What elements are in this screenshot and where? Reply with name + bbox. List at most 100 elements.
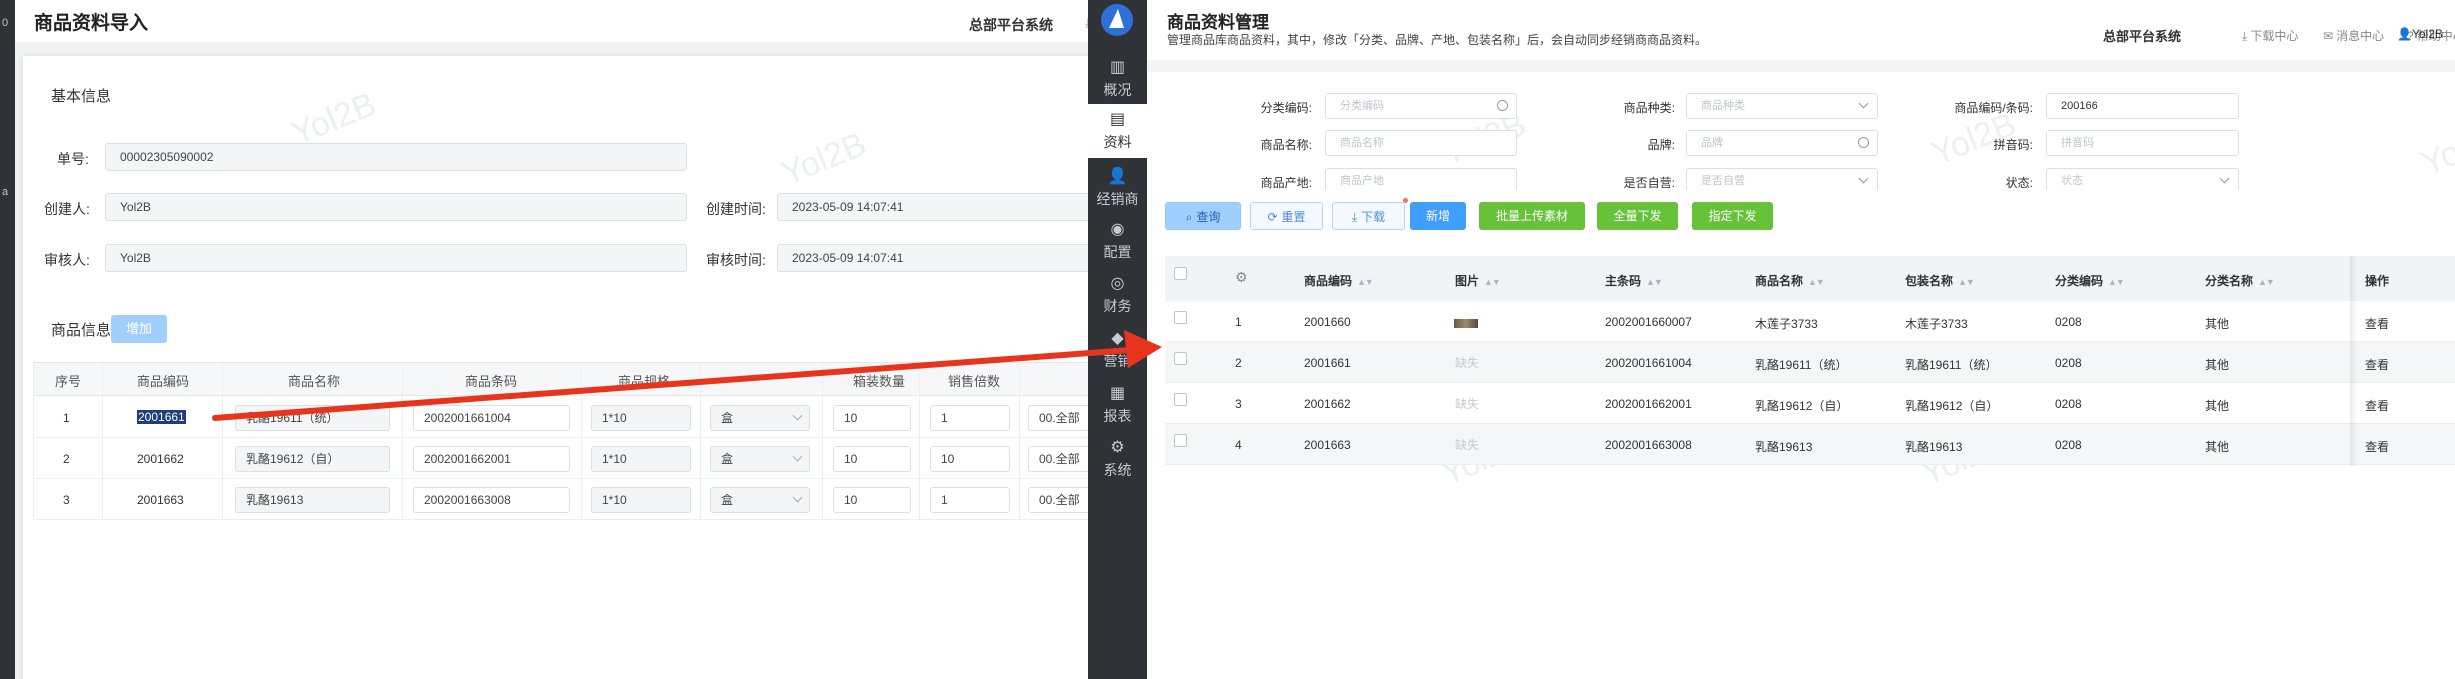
product-thumbnail[interactable] bbox=[1454, 319, 1478, 328]
sidebar-item-overview[interactable]: ▥ 概况 bbox=[1088, 52, 1147, 106]
download-button[interactable]: ⤓ 下载 bbox=[1332, 202, 1405, 230]
view-link[interactable]: 查看 bbox=[2365, 397, 2389, 414]
th-barcode[interactable]: 主条码 ▲▼ bbox=[1605, 272, 1663, 289]
row-checkbox[interactable] bbox=[1174, 434, 1187, 447]
link-label: 下载中心 bbox=[2250, 29, 2299, 43]
table-row: 2 2001662 乳酪19612（自） 2002001662001 1*10 … bbox=[33, 438, 1088, 479]
placeholder: 品牌 bbox=[1701, 137, 1723, 149]
row-checkbox[interactable] bbox=[1174, 352, 1187, 365]
select-all-checkbox[interactable] bbox=[1174, 267, 1187, 280]
multiple-input[interactable]: 10 bbox=[930, 446, 1010, 472]
th-name[interactable]: 商品名称 ▲▼ bbox=[1755, 272, 1825, 289]
column-settings-icon[interactable]: ⚙ bbox=[1235, 269, 1248, 286]
spec-input[interactable]: 1*10 bbox=[591, 487, 691, 513]
pinyin-input[interactable]: 拼音码 bbox=[2046, 130, 2239, 156]
multiple-input[interactable]: 1 bbox=[930, 405, 1010, 431]
th-code[interactable]: 商品编码 ▲▼ bbox=[1304, 272, 1374, 289]
box-qty-input[interactable]: 10 bbox=[833, 446, 911, 472]
origin-input[interactable]: 商品产地 bbox=[1325, 168, 1517, 190]
sidebar-item-config[interactable]: ◉ 配置 bbox=[1088, 214, 1147, 268]
brand-input[interactable]: 品牌 bbox=[1686, 130, 1878, 156]
issue-selected-button[interactable]: 指定下发 bbox=[1692, 202, 1773, 230]
sidebar-item-marketing[interactable]: ◆ 营销 bbox=[1088, 323, 1147, 367]
sailboat-logo-icon[interactable] bbox=[1101, 4, 1133, 36]
search-icon[interactable] bbox=[1858, 137, 1869, 148]
table-row[interactable]: 4 2001663 缺失 2002001663008 乳酪19613 乳酪196… bbox=[1165, 424, 2455, 465]
sidebar-item-label: 报表 bbox=[1103, 408, 1132, 424]
unit-select[interactable]: 盒 bbox=[710, 446, 810, 472]
row-checkbox[interactable] bbox=[1174, 311, 1187, 324]
barcode-input[interactable]: 2002001663008 bbox=[413, 487, 570, 513]
th-multiple: 销售倍数 bbox=[948, 374, 1001, 389]
batch-upload-button[interactable]: 批量上传素材 bbox=[1479, 202, 1585, 230]
spec-input[interactable]: 1*10 bbox=[591, 405, 691, 431]
extra-value: 00.全部 bbox=[1039, 411, 1080, 425]
sort-icon: ▲▼ bbox=[2258, 276, 2275, 287]
self-run-select[interactable]: 是否自营 bbox=[1686, 168, 1878, 190]
image-missing: 缺失 bbox=[1455, 438, 1480, 452]
header-divider bbox=[1147, 60, 2455, 72]
box-qty-input[interactable]: 10 bbox=[833, 487, 911, 513]
unit-select[interactable]: 盒 bbox=[710, 405, 810, 431]
name-input[interactable]: 乳酪19613 bbox=[235, 487, 390, 513]
extra-select[interactable]: 00.全部 bbox=[1028, 405, 1088, 431]
view-link[interactable]: 查看 bbox=[2365, 438, 2389, 455]
table-divider bbox=[402, 362, 403, 520]
sidebar-item-finance[interactable]: ◎ 财务 bbox=[1088, 268, 1147, 322]
user-menu[interactable]: 👤Yol2B bbox=[2397, 27, 2443, 41]
created-time-field[interactable]: 2023-05-09 14:07:41 bbox=[777, 193, 1088, 221]
table-row[interactable]: 2 2001661 缺失 2002001661004 乳酪19611（统） 乳酪… bbox=[1165, 342, 2455, 383]
th-category-code[interactable]: 分类编码 ▲▼ bbox=[2055, 272, 2125, 289]
reset-button[interactable]: ⟳ 重置 bbox=[1250, 202, 1323, 230]
barcode-input[interactable]: 2002001662001 bbox=[413, 446, 570, 472]
reviewer-field[interactable]: Yol2B bbox=[105, 244, 687, 272]
goods-name-input[interactable]: 商品名称 bbox=[1325, 130, 1517, 156]
add-button[interactable]: 新增 bbox=[1410, 202, 1466, 230]
extra-select[interactable]: 00.全部 bbox=[1028, 446, 1088, 472]
box-qty-input[interactable]: 10 bbox=[833, 405, 911, 431]
th-category-name[interactable]: 分类名称 ▲▼ bbox=[2205, 272, 2275, 289]
order-no-label: 单号: bbox=[57, 151, 89, 167]
sidebar-item-dealer[interactable]: 👤 经销商 bbox=[1088, 161, 1147, 215]
th-package-name[interactable]: 包装名称 ▲▼ bbox=[1905, 272, 1975, 289]
view-link[interactable]: 查看 bbox=[2365, 315, 2389, 332]
creator-field[interactable]: Yol2B bbox=[105, 193, 687, 221]
name-input[interactable]: 乳酪19611（统） bbox=[235, 405, 390, 431]
goods-type-select[interactable]: 商品种类 bbox=[1686, 93, 1878, 119]
cell-package-name: 乳酪19613 bbox=[1905, 440, 1963, 454]
th-label: 主条码 bbox=[1605, 274, 1642, 288]
order-no-field[interactable]: 00002305090002 bbox=[105, 143, 687, 171]
extra-select[interactable]: 00.全部 bbox=[1028, 487, 1088, 513]
barcode-value: 2002001662001 bbox=[424, 452, 511, 466]
sidebar-item-report[interactable]: ▦ 报表 bbox=[1088, 378, 1147, 432]
barcode-input[interactable]: 2002001661004 bbox=[413, 405, 570, 431]
category-code-input[interactable]: 分类编码 bbox=[1325, 93, 1517, 119]
page-subtitle: 管理商品库商品资料，其中，修改「分类、品牌、产地、包装名称」后，会自动同步经销商… bbox=[1167, 33, 1708, 47]
name-input[interactable]: 乳酪19612（自） bbox=[235, 446, 390, 472]
th-image[interactable]: 图片 ▲▼ bbox=[1455, 272, 1501, 289]
search-icon[interactable] bbox=[1497, 100, 1508, 111]
view-link[interactable]: 查看 bbox=[2365, 356, 2389, 373]
issue-all-button[interactable]: 全量下发 bbox=[1597, 202, 1678, 230]
extra-value: 00.全部 bbox=[1039, 452, 1080, 466]
goods-code-input[interactable]: 200166 bbox=[2046, 93, 2239, 119]
sort-icon: ▲▼ bbox=[1357, 276, 1374, 287]
add-goods-button[interactable]: 增加 bbox=[111, 315, 167, 343]
sidebar-item-data[interactable]: ▤ 资料 bbox=[1088, 104, 1147, 158]
unit-select[interactable]: 盒 bbox=[710, 487, 810, 513]
review-time-field[interactable]: 2023-05-09 14:07:41 bbox=[777, 244, 1088, 272]
sidebar-item-system[interactable]: ⚙ 系统 bbox=[1088, 432, 1147, 486]
message-center-link[interactable]: ✉ 消息中心 bbox=[2323, 27, 2384, 44]
query-button[interactable]: ⌕ 查询 bbox=[1165, 202, 1241, 230]
status-select[interactable]: 状态 bbox=[2046, 168, 2239, 190]
spec-input[interactable]: 1*10 bbox=[591, 446, 691, 472]
th-label: 分类编码 bbox=[2055, 274, 2104, 288]
download-center-link[interactable]: ⤓ 下载中心 bbox=[2242, 27, 2298, 44]
cell-code: 2001662 bbox=[137, 452, 184, 466]
table-row[interactable]: 3 2001662 缺失 2002001662001 乳酪19612（自） 乳酪… bbox=[1165, 383, 2455, 424]
box-qty-value: 10 bbox=[844, 452, 858, 466]
row-checkbox[interactable] bbox=[1174, 393, 1187, 406]
multiple-input[interactable]: 1 bbox=[930, 487, 1010, 513]
cell-code-selected[interactable]: 2001661 bbox=[137, 410, 186, 424]
table-row[interactable]: 1 2001660 2002001660007 木莲子3733 木莲子3733 … bbox=[1165, 301, 2455, 342]
